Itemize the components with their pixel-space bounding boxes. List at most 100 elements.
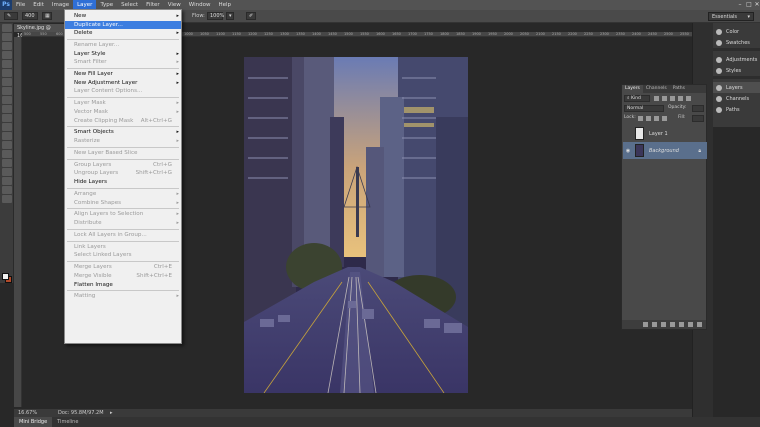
lock-pixels-icon[interactable] [646, 116, 651, 121]
menu-item-smart-filter[interactable]: Smart Filter ▸ [65, 58, 181, 67]
dock-layers[interactable]: Layers [713, 82, 760, 93]
tool-preset-picker[interactable]: ✎ [4, 12, 18, 20]
crop-tool-icon[interactable] [2, 60, 12, 68]
close-button[interactable]: ✕ [753, 1, 760, 8]
clone-stamp-tool-icon[interactable] [2, 96, 12, 104]
lock-transparency-icon[interactable] [638, 116, 643, 121]
menu-item-flatten-image[interactable]: Flatten Image [65, 281, 181, 290]
quick-select-tool-icon[interactable] [2, 51, 12, 59]
menu-item-new-adjustment-layer[interactable]: New Adjustment Layer ▸ [65, 79, 181, 88]
menu-item-new-layer-based-slice[interactable]: New Layer Based Slice [65, 149, 181, 158]
doc-info[interactable]: Doc: 95.8M/97.2M [58, 409, 104, 417]
blend-mode-select[interactable]: Normal [624, 105, 664, 112]
document-tab[interactable]: Skyline.jpg @ 16.7% [14, 24, 68, 39]
menu-file[interactable]: File [12, 0, 29, 10]
dock-channels[interactable]: Channels [713, 93, 760, 104]
new-group-icon[interactable] [679, 322, 684, 327]
menu-item-duplicate-layer[interactable]: Duplicate Layer... [65, 20, 181, 30]
menu-item-new[interactable]: New ▸ [65, 12, 181, 21]
menu-item-vector-mask[interactable]: Vector Mask ▸ [65, 108, 181, 117]
marquee-tool-icon[interactable] [2, 33, 12, 41]
flow-dropdown[interactable]: ▾ [226, 12, 234, 20]
dodge-tool-icon[interactable] [2, 141, 12, 149]
add-mask-icon[interactable] [661, 322, 666, 327]
eyedropper-tool-icon[interactable] [2, 69, 12, 77]
menu-item-rasterize[interactable]: Rasterize ▸ [65, 137, 181, 146]
tab-paths[interactable]: Paths [670, 85, 688, 93]
menu-item-create-clipping-mask[interactable]: Create Clipping Mask Alt+Ctrl+G [65, 117, 181, 126]
menu-item-hide-layers[interactable]: Hide Layers [65, 178, 181, 187]
menu-item-rename-layer[interactable]: Rename Layer... [65, 41, 181, 50]
filter-pixel-icon[interactable] [654, 96, 659, 101]
new-layer-icon[interactable] [688, 322, 693, 327]
blur-tool-icon[interactable] [2, 132, 12, 140]
maximize-button[interactable]: □ [745, 1, 753, 8]
hand-tool-icon[interactable] [2, 186, 12, 194]
flow-field[interactable]: 100% [207, 12, 224, 20]
fill-field[interactable] [692, 115, 704, 122]
filter-smart-icon[interactable] [686, 96, 691, 101]
fx-icon[interactable] [652, 322, 657, 327]
menu-item-layer-style[interactable]: Layer Style ▸ [65, 50, 181, 59]
filter-kind-select[interactable]: ⌕ Kind [624, 95, 650, 102]
brush-size-field[interactable]: 400 [22, 12, 38, 20]
menu-item-merge-layers[interactable]: Merge Layers Ctrl+E [65, 263, 181, 272]
eraser-tool-icon[interactable] [2, 114, 12, 122]
pen-tool-icon[interactable] [2, 150, 12, 158]
menu-item-smart-objects[interactable]: Smart Objects ▸ [65, 128, 181, 137]
menu-item-merge-visible[interactable]: Merge Visible Shift+Ctrl+E [65, 272, 181, 281]
dock-swatches[interactable]: Swatches [713, 37, 760, 48]
gradient-tool-icon[interactable] [2, 123, 12, 131]
tab-layers[interactable]: Layers [622, 85, 643, 93]
path-select-tool-icon[interactable] [2, 168, 12, 176]
menu-item-link-layers[interactable]: Link Layers [65, 243, 181, 252]
menu-edit[interactable]: Edit [29, 0, 48, 10]
move-tool-icon[interactable] [2, 24, 12, 32]
tab-timeline[interactable]: Timeline [52, 417, 83, 427]
document-image[interactable] [244, 57, 468, 393]
menu-item-lock-all-layers-in-group[interactable]: Lock All Layers in Group... [65, 231, 181, 240]
type-tool-icon[interactable] [2, 159, 12, 167]
menu-item-group-layers[interactable]: Group Layers Ctrl+G [65, 161, 181, 170]
brush-panel-toggle[interactable]: ▦ [42, 12, 52, 20]
zoom-level[interactable]: 16.67% [18, 409, 37, 417]
layer-row-layer-1[interactable]: Layer 1 [623, 125, 707, 142]
eye-icon[interactable]: ◉ [625, 148, 631, 154]
menu-item-delete[interactable]: Delete ▸ [65, 29, 181, 38]
tab-channels[interactable]: Channels [643, 85, 670, 93]
airbrush-toggle[interactable]: ✐ [246, 12, 256, 20]
link-layers-icon[interactable] [643, 322, 648, 327]
chevron-right-icon[interactable]: ▸ [110, 409, 113, 417]
lasso-tool-icon[interactable] [2, 42, 12, 50]
opacity-field[interactable] [692, 105, 704, 112]
dock-color[interactable]: Color [713, 26, 760, 37]
layer-row-background[interactable]: ◉ Background 🔒︎ [623, 142, 707, 159]
menu-window[interactable]: Window [185, 0, 215, 10]
menu-item-layer-mask[interactable]: Layer Mask ▸ [65, 99, 181, 108]
tab-mini-bridge[interactable]: Mini Bridge [14, 417, 53, 427]
filter-type-icon[interactable] [670, 96, 675, 101]
dock-paths[interactable]: Paths [713, 104, 760, 115]
history-brush-tool-icon[interactable] [2, 105, 12, 113]
menu-item-layer-content-options[interactable]: Layer Content Options... [65, 87, 181, 96]
lock-all-icon[interactable] [662, 116, 667, 121]
menu-item-select-linked-layers[interactable]: Select Linked Layers [65, 251, 181, 260]
healing-tool-icon[interactable] [2, 78, 12, 86]
brush-tool-icon[interactable] [2, 87, 12, 95]
trash-icon[interactable] [697, 322, 702, 327]
menu-item-arrange[interactable]: Arrange ▸ [65, 190, 181, 199]
filter-shape-icon[interactable] [678, 96, 683, 101]
menu-item-matting[interactable]: Matting ▸ [65, 292, 181, 301]
menu-item-align-layers-to-selection[interactable]: Align Layers to Selection ▸ [65, 210, 181, 219]
menu-item-ungroup-layers[interactable]: Ungroup Layers Shift+Ctrl+G [65, 169, 181, 178]
menu-item-combine-shapes[interactable]: Combine Shapes ▸ [65, 199, 181, 208]
minimize-button[interactable]: – [736, 1, 744, 8]
menu-item-new-fill-layer[interactable]: New Fill Layer ▸ [65, 70, 181, 79]
workspace-select[interactable]: Essentials ▾ [708, 12, 754, 21]
zoom-tool-icon[interactable] [2, 195, 12, 203]
menu-item-distribute[interactable]: Distribute ▸ [65, 219, 181, 228]
filter-adjustment-icon[interactable] [662, 96, 667, 101]
shape-tool-icon[interactable] [2, 177, 12, 185]
foreground-color-swatch[interactable] [2, 273, 9, 280]
adjustment-layer-icon[interactable] [670, 322, 675, 327]
